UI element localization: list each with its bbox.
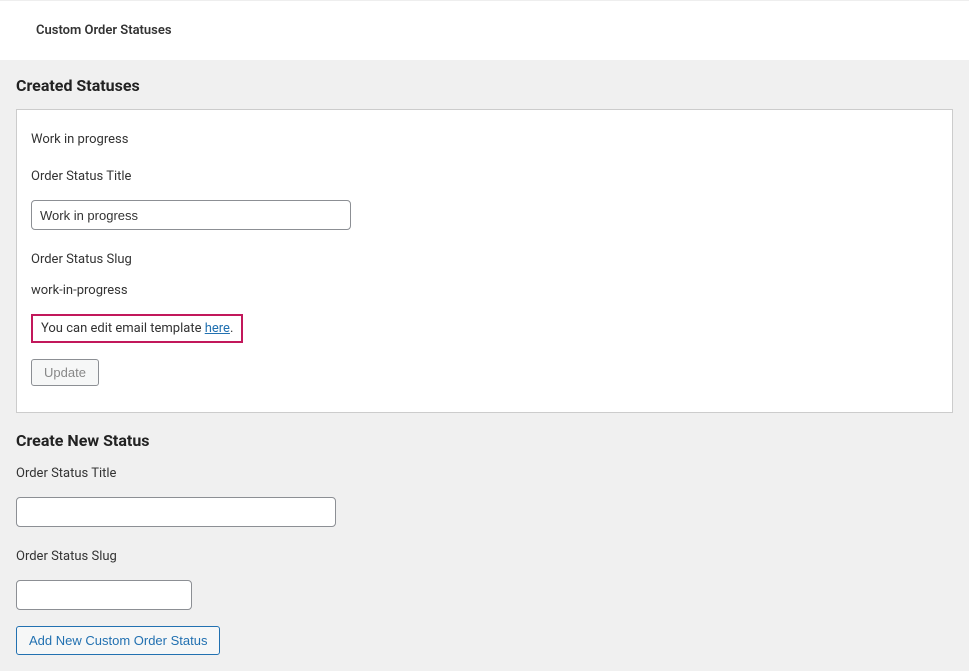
template-note-suffix: .	[230, 321, 233, 336]
top-bar: Custom Order Statuses	[0, 0, 969, 60]
update-button[interactable]: Update	[31, 359, 99, 386]
page-title: Custom Order Statuses	[36, 23, 172, 38]
create-new-heading: Create New Status	[16, 431, 953, 466]
created-statuses-heading: Created Statuses	[0, 76, 969, 109]
new-order-status-title-label: Order Status Title	[16, 466, 953, 481]
order-status-slug-label: Order Status Slug	[31, 252, 938, 267]
email-template-link[interactable]: here	[205, 321, 230, 336]
template-note-prefix: You can edit email template	[41, 321, 205, 336]
status-name-text: Work in progress	[31, 132, 938, 147]
new-order-status-slug-label: Order Status Slug	[16, 549, 953, 564]
content-area: Created Statuses Work in progress Order …	[0, 60, 969, 671]
order-status-title-input[interactable]	[31, 200, 351, 230]
created-statuses-panel: Work in progress Order Status Title Orde…	[16, 109, 953, 413]
new-order-status-slug-input[interactable]	[16, 580, 192, 610]
order-status-title-label: Order Status Title	[31, 169, 938, 184]
create-new-section: Create New Status Order Status Title Ord…	[0, 413, 969, 671]
email-template-note: You can edit email template here.	[31, 314, 243, 343]
order-status-slug-value: work-in-progress	[31, 283, 938, 298]
new-order-status-title-input[interactable]	[16, 497, 336, 527]
add-new-status-button[interactable]: Add New Custom Order Status	[16, 626, 220, 655]
